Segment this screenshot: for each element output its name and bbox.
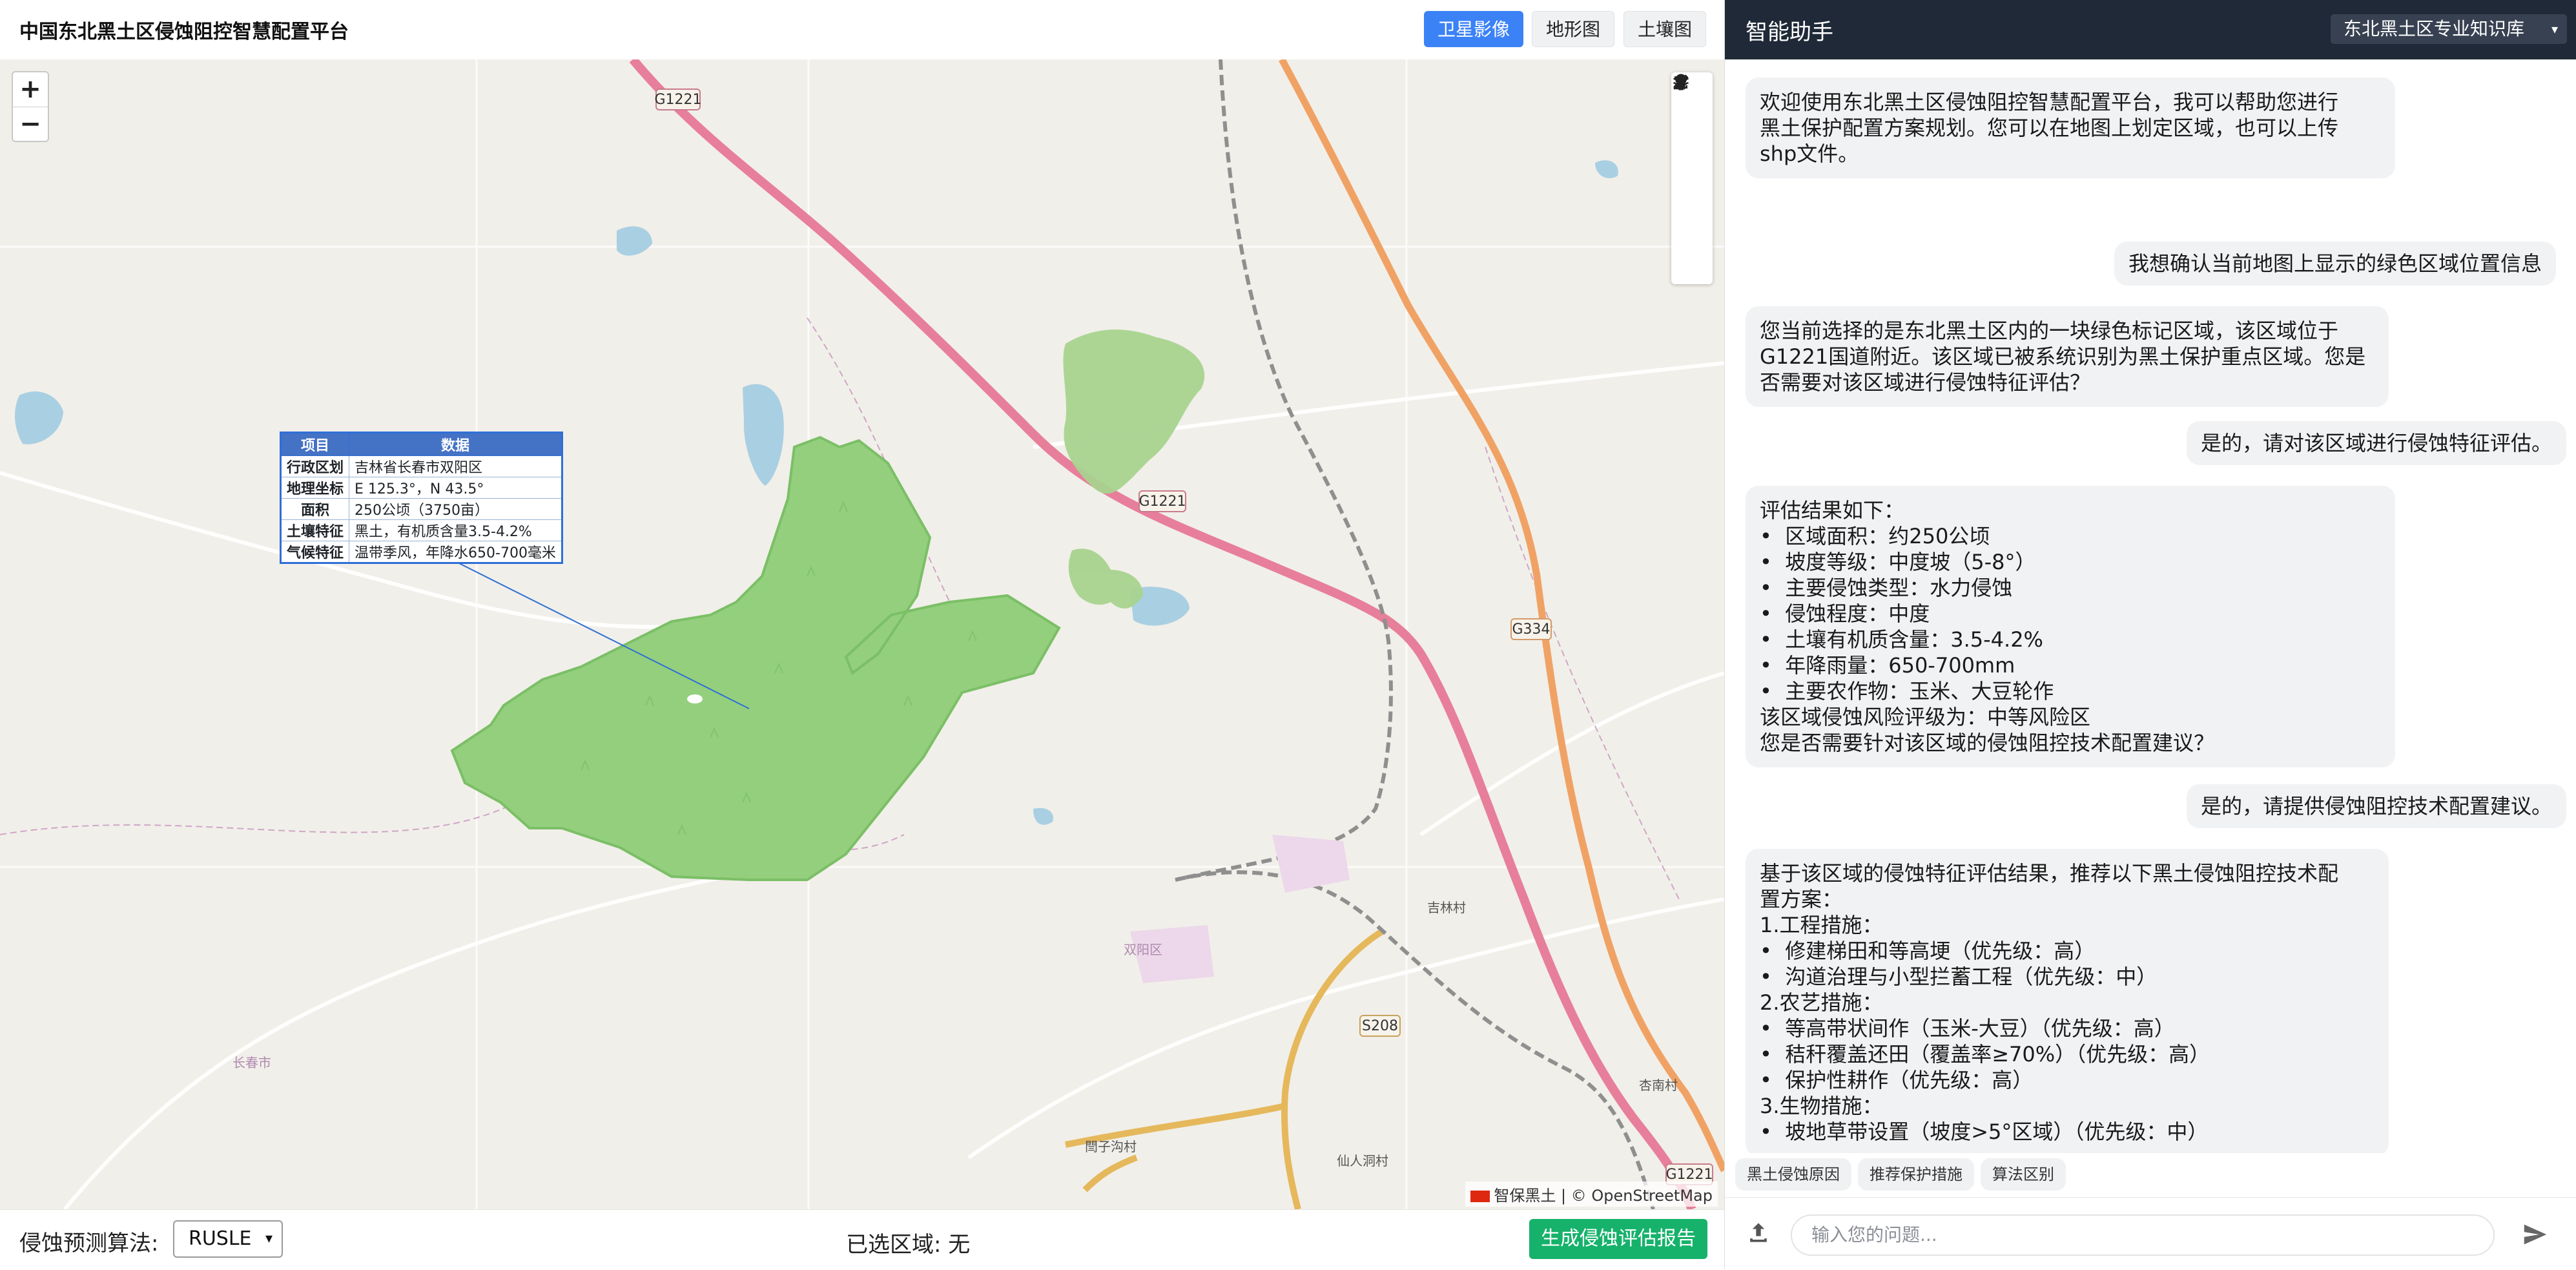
map-attribution: 智保黑土 | © OpenStreetMap [1465,1182,1718,1207]
road-shield: S208 [1362,1018,1398,1034]
chevron-down-icon: ▾ [265,1231,273,1247]
road-shield: G334 [1512,621,1550,638]
zoom-out-button[interactable]: − [13,107,48,141]
place-label: 长春市 [232,1055,271,1070]
user-message: 是的，请对该区域进行侵蚀特征评估。 [2186,421,2566,465]
layer-soil-button[interactable]: 土壤图 [1623,11,1706,47]
app-title: 中国东北黑土区侵蚀阻控智慧配置平台 [19,21,349,43]
place-label: 双阳区 [1124,942,1162,957]
generate-report-button[interactable]: 生成侵蚀评估报告 [1529,1219,1707,1259]
send-icon[interactable] [2520,1220,2550,1249]
region-info-table: 项目 数据 行政区划 吉林省长春市双阳区 地理坐标 E 125.3°，N 43.5°… [280,432,563,564]
knowledge-base-select[interactable]: 东北黑土区专业知识库 ▾ [2331,14,2567,44]
info-value: 吉林省长春市双阳区 [349,455,562,477]
top-bar: 中国东北黑土区侵蚀阻控智慧配置平台 卫星影像 地形图 土壤图 [0,0,1724,60]
selected-area-status: 已选区域: 无 [846,1232,971,1258]
info-key: 气候特征 [280,541,350,563]
place-label: 吉林村 [1427,900,1466,915]
map-graphics: G1221 G1221 G1221 G334 S208 吉林村 杏南村 仙人洞村… [0,59,1724,1209]
trash-icon[interactable] [1671,74,1713,200]
place-label: 仙人洞村 [1337,1153,1388,1169]
info-key: 行政区划 [280,455,350,477]
info-header: 项目 [280,432,350,456]
info-key: 地理坐标 [280,477,350,499]
chat-input[interactable]: 输入您的问题... [1791,1214,2495,1256]
road-shield: G1221 [654,92,701,108]
chevron-down-icon: ▾ [2551,21,2558,37]
layer-satellite-button[interactable]: 卫星影像 [1424,11,1523,47]
bottom-bar: 侵蚀预测算法: RUSLE ▾ 已选区域: 无 生成侵蚀评估报告 [0,1209,1724,1270]
info-value: 黑土，有机质含量3.5-4.2% [349,519,562,541]
upload-icon[interactable] [1671,74,1713,158]
draw-toolbar [1671,72,1713,284]
quick-action-chip[interactable]: 算法区别 [1981,1158,2066,1191]
map-canvas[interactable]: G1221 G1221 G1221 G334 S208 吉林村 杏南村 仙人洞村… [0,59,1724,1209]
place-label: 閆子沟村 [1085,1139,1137,1154]
knowledge-base-value: 东北黑土区专业知识库 [2344,18,2525,39]
quick-action-chip[interactable]: 推荐保护措施 [1858,1158,1974,1191]
chat-history[interactable]: 欢迎使用东北黑土区侵蚀阻控智慧配置平台，我可以帮助您进行 黑土保护配置方案规划。… [1725,59,2576,1153]
bot-message: 基于该区域的侵蚀特征评估结果，推荐以下黑土侵蚀阻控技术配 置方案： 1.工程措施… [1746,849,2389,1153]
bulb-icon[interactable] [1671,74,1713,286]
quick-action-chip[interactable]: 黑土侵蚀原因 [1735,1158,1851,1191]
user-message: 是的，请提供侵蚀阻控技术配置建议。 [2186,784,2566,828]
quick-actions: 黑土侵蚀原因 推荐保护措施 算法区别 [1725,1153,2576,1197]
info-value: E 125.3°，N 43.5° [349,477,562,499]
layers-icon[interactable] [1671,74,1713,243]
info-key: 面积 [280,498,350,520]
zoom-in-button[interactable]: + [13,72,48,107]
road-shield: G1221 [1139,494,1186,510]
assistant-title: 智能助手 [1746,19,1833,45]
zoom-control: + − [12,71,49,142]
user-message: 我想确认当前地图上显示的绿色区域位置信息 [2114,242,2556,286]
upload-icon[interactable] [1744,1218,1773,1247]
algorithm-value: RUSLE [189,1227,252,1250]
flag-icon [1470,1191,1490,1202]
place-label: 杏南村 [1639,1077,1678,1093]
info-header: 数据 [349,432,562,456]
chat-input-row: 输入您的问题... [1725,1197,2576,1270]
layer-terrain-button[interactable]: 地形图 [1532,11,1614,47]
road-shield: G1221 [1665,1167,1713,1183]
info-key: 土壤特征 [280,519,350,541]
attribution-text: 智保黑土 | © OpenStreetMap [1494,1187,1713,1205]
map-panel: 中国东北黑土区侵蚀阻控智慧配置平台 卫星影像 地形图 土壤图 G1221 G12… [0,0,1724,1270]
bot-message: 欢迎使用东北黑土区侵蚀阻控智慧配置平台，我可以帮助您进行 黑土保护配置方案规划。… [1746,78,2395,178]
algorithm-label: 侵蚀预测算法: [19,1231,159,1256]
assistant-panel: 智能助手 东北黑土区专业知识库 ▾ 欢迎使用东北黑土区侵蚀阻控智慧配置平台，我可… [1724,0,2576,1269]
info-value: 250公顷（3750亩） [349,498,562,520]
assistant-header: 智能助手 东北黑土区专业知识库 ▾ [1725,0,2576,59]
info-value: 温带季风，年降水650-700毫米 [349,541,562,563]
bot-message: 评估结果如下： • 区域面积：约250公顷 • 坡度等级：中度坡（5-8°） •… [1746,486,2395,767]
algorithm-select[interactable]: RUSLE ▾ [173,1220,283,1258]
bot-message: 您当前选择的是东北黑土区内的一块绿色标记区域，该区域位于 G1221国道附近。该… [1746,306,2389,407]
